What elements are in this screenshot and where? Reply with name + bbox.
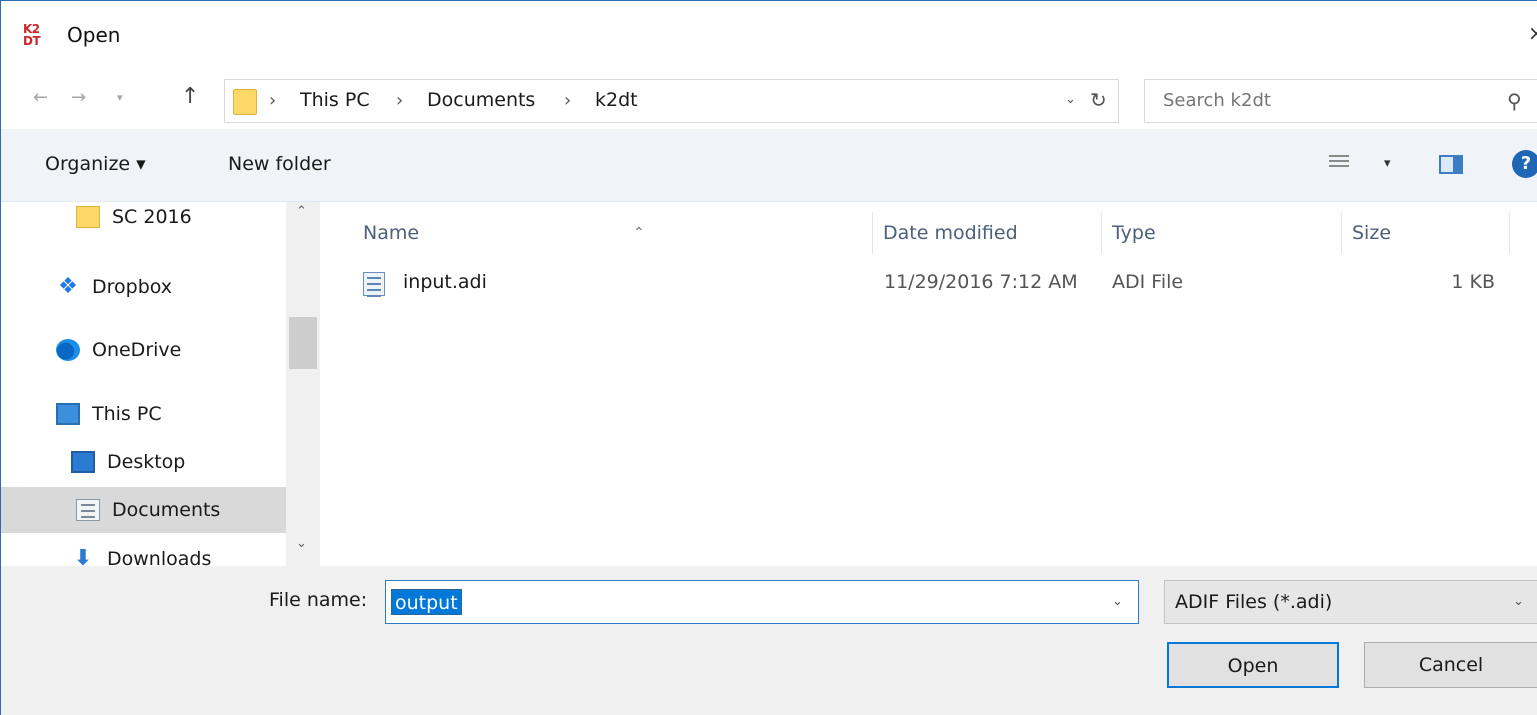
sidebar-item-downloads[interactable]: ⬇ Downloads [1,536,286,567]
app-logo-icon: K2 DT [23,23,47,49]
column-header-type[interactable]: Type [1102,212,1342,254]
cancel-button[interactable]: Cancel [1364,642,1537,688]
new-folder-button[interactable]: New folder [228,153,331,175]
address-dropdown-icon[interactable]: ⌄ [1065,92,1076,107]
file-type-select[interactable]: ADIF Files (*.adi) ⌄ [1164,580,1537,624]
sort-ascending-icon: ⌃ [633,225,645,241]
sidebar-item-label: Documents [112,499,221,521]
up-arrow-icon[interactable]: ↑ [181,84,199,109]
help-icon[interactable]: ? [1512,150,1537,178]
search-icon[interactable]: ⚲ [1507,89,1522,113]
sidebar-item-onedrive[interactable]: OneDrive [1,327,286,373]
sidebar-item-label: SC 2016 [112,206,192,228]
sidebar-item-label: This PC [92,403,162,425]
organize-menu-button[interactable]: Organize ▾ [45,153,146,175]
sidebar-item-label: Downloads [107,548,212,566]
column-header-date-modified[interactable]: Date modified [873,212,1102,254]
desktop-icon [71,451,95,473]
sidebar-item-dropbox[interactable]: ❖ Dropbox [1,264,286,310]
file-type-value: ADIF Files (*.adi) [1175,591,1333,613]
file-type: ADI File [1112,271,1184,293]
navigation-bar: ← → ▾ ↑ › This PC › Documents › k2dt ⌄ ↻… [1,73,1537,129]
recent-locations-chevron-icon[interactable]: ▾ [117,91,123,104]
navigation-pane: SC 2016 ❖ Dropbox OneDrive This PC Deskt… [1,202,321,566]
preview-pane-icon[interactable] [1439,155,1463,174]
column-header-label: Name [363,222,420,244]
sidebar-scrollbar[interactable]: ⌃ ⌄ [286,202,320,566]
sidebar-item-label: Desktop [107,451,186,473]
sidebar-item-sc-2016[interactable]: SC 2016 [1,202,286,240]
file-name: input.adi [403,271,487,293]
breadcrumb-this-pc[interactable]: This PC [300,89,370,111]
sidebar-item-desktop[interactable]: Desktop [1,439,286,485]
open-dialog: K2 DT Open × ← → ▾ ↑ › This PC › Documen… [0,0,1537,715]
open-button[interactable]: Open [1167,642,1339,688]
onedrive-icon [56,339,80,361]
search-input[interactable] [1163,90,1483,111]
sidebar-item-documents[interactable]: Documents [1,487,286,533]
scroll-up-icon[interactable]: ⌃ [296,204,307,219]
folder-icon [76,206,100,228]
address-bar[interactable]: › This PC › Documents › k2dt ⌄ ↻ [224,79,1119,123]
dialog-footer: File name: output ⌄ ADIF Files (*.adi) ⌄… [1,566,1537,715]
column-header-size[interactable]: Size [1342,212,1510,254]
computer-icon [56,403,80,425]
sidebar-item-this-pc[interactable]: This PC [1,391,286,437]
window-title: Open [67,23,121,47]
back-arrow-icon[interactable]: ← [33,87,48,108]
sidebar-item-label: OneDrive [92,339,182,361]
logo-bottom-text: DT [23,34,41,48]
scrollbar-thumb[interactable] [289,317,317,369]
folder-icon [233,89,257,115]
file-name-label: File name: [269,589,368,611]
sidebar-item-label: Dropbox [92,276,173,298]
search-box[interactable]: ⚲ [1144,79,1537,123]
command-toolbar: Organize ▾ New folder ▾ ? [1,129,1537,202]
forward-arrow-icon[interactable]: → [71,87,86,108]
file-name-combobox[interactable]: output ⌄ [385,580,1139,624]
breadcrumb-k2dt[interactable]: k2dt [595,89,638,111]
table-row[interactable]: input.adi 11/29/2016 7:12 AM ADI File 1 … [353,264,1513,304]
dropbox-icon: ❖ [58,274,78,299]
file-list: Name ⌃ Date modified Type Size input.adi… [321,202,1537,566]
refresh-icon[interactable]: ↻ [1090,88,1107,112]
breadcrumb-separator[interactable]: › [269,90,276,111]
scroll-down-icon[interactable]: ⌄ [296,536,307,551]
breadcrumb-separator[interactable]: › [564,90,571,111]
file-date-modified: 11/29/2016 7:12 AM [884,271,1078,293]
breadcrumb-documents[interactable]: Documents [427,89,535,111]
view-dropdown-icon[interactable]: ▾ [1384,156,1391,171]
close-icon[interactable]: × [1528,21,1537,45]
breadcrumb-separator[interactable]: › [396,90,403,111]
file-type-dropdown-icon[interactable]: ⌄ [1513,594,1524,609]
view-options-icon[interactable] [1329,155,1349,173]
documents-icon [76,499,100,521]
title-bar: K2 DT Open × [1,1,1537,73]
column-header-name[interactable]: Name ⌃ [353,212,873,254]
file-size: 1 KB [1451,271,1495,293]
file-name-dropdown-icon[interactable]: ⌄ [1112,594,1123,609]
downloads-icon: ⬇ [73,546,93,567]
file-name-input[interactable]: output [391,589,462,615]
adi-file-icon [363,272,385,297]
